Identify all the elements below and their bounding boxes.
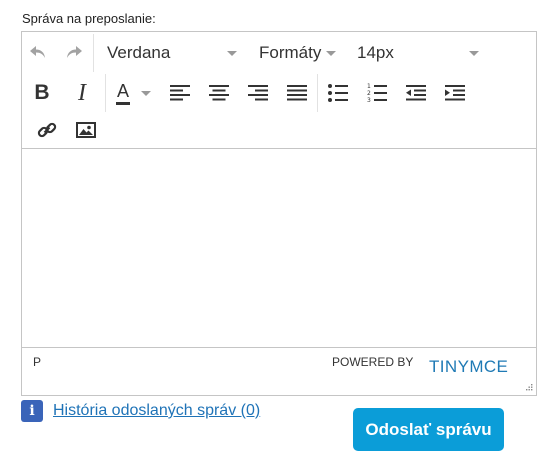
toolbar-divider [93,34,94,72]
element-path[interactable]: P [33,355,41,369]
info-icon: i [21,400,43,422]
resize-handle-icon[interactable] [524,383,533,392]
toolbar-row-1: Verdana Formáty 14px [22,32,536,74]
image-icon [76,122,96,138]
formats-value: Formáty [259,43,322,62]
bullet-list-icon [328,84,348,102]
text-color-button[interactable]: A [109,77,159,109]
align-justify-button[interactable] [280,77,314,109]
formats-select[interactable]: Formáty [247,37,339,69]
toolbar-divider [317,74,318,112]
toolbar-row-2: B I A 123 [22,74,472,112]
bold-button[interactable]: B [22,77,62,109]
redo-icon [67,46,82,58]
toolbar-row-3 [22,112,103,148]
chevron-down-icon [141,90,152,96]
font-family-select[interactable]: Verdana [97,37,247,69]
field-label: Správa na preposlanie: [22,11,156,26]
align-center-icon [209,85,229,101]
chevron-down-icon [227,50,237,56]
editor-content-area[interactable] [22,149,536,347]
tinymce-brand-link[interactable]: TINYMCE [429,357,508,377]
font-size-value: 14px [357,43,394,62]
font-family-value: Verdana [107,43,171,62]
italic-button[interactable]: I [62,77,102,109]
align-right-button[interactable] [241,77,275,109]
editor-statusbar: P POWERED BY TINYMCE [22,347,536,395]
insert-link-button[interactable] [30,114,64,146]
undo-button[interactable] [22,37,56,69]
align-left-icon [170,85,190,101]
outdent-icon [406,85,426,101]
powered-by-label: POWERED BY [332,355,414,369]
svg-text:3: 3 [367,97,371,103]
indent-icon [445,85,465,101]
outdent-button[interactable] [399,77,433,109]
numbered-list-icon: 123 [367,83,387,103]
svg-text:1: 1 [367,83,371,90]
bullet-list-button[interactable] [321,77,355,109]
chevron-down-icon [326,50,337,56]
insert-image-button[interactable] [69,114,103,146]
rich-text-editor: Verdana Formáty 14px B I A 1 2 3 P POWER… [21,31,537,396]
bold-icon: B [34,81,50,104]
indent-button[interactable] [438,77,472,109]
undo-icon [30,46,45,58]
text-color-icon: A [115,81,131,105]
italic-icon: I [78,79,86,106]
send-button[interactable]: Odoslať správu [353,408,504,451]
align-left-button[interactable] [163,77,197,109]
chevron-down-icon [469,50,479,56]
history-link[interactable]: História odoslaných správ (0) [53,402,260,420]
align-center-button[interactable] [202,77,236,109]
align-right-icon [248,85,268,101]
font-size-select[interactable]: 14px [339,37,485,69]
toolbar-divider [105,74,106,112]
link-icon [37,122,57,138]
align-justify-icon [287,85,307,101]
svg-text:2: 2 [367,90,371,97]
numbered-list-button[interactable]: 123 [360,77,394,109]
history-link-row[interactable]: i História odoslaných správ (0) [21,400,260,422]
redo-button[interactable] [56,37,90,69]
